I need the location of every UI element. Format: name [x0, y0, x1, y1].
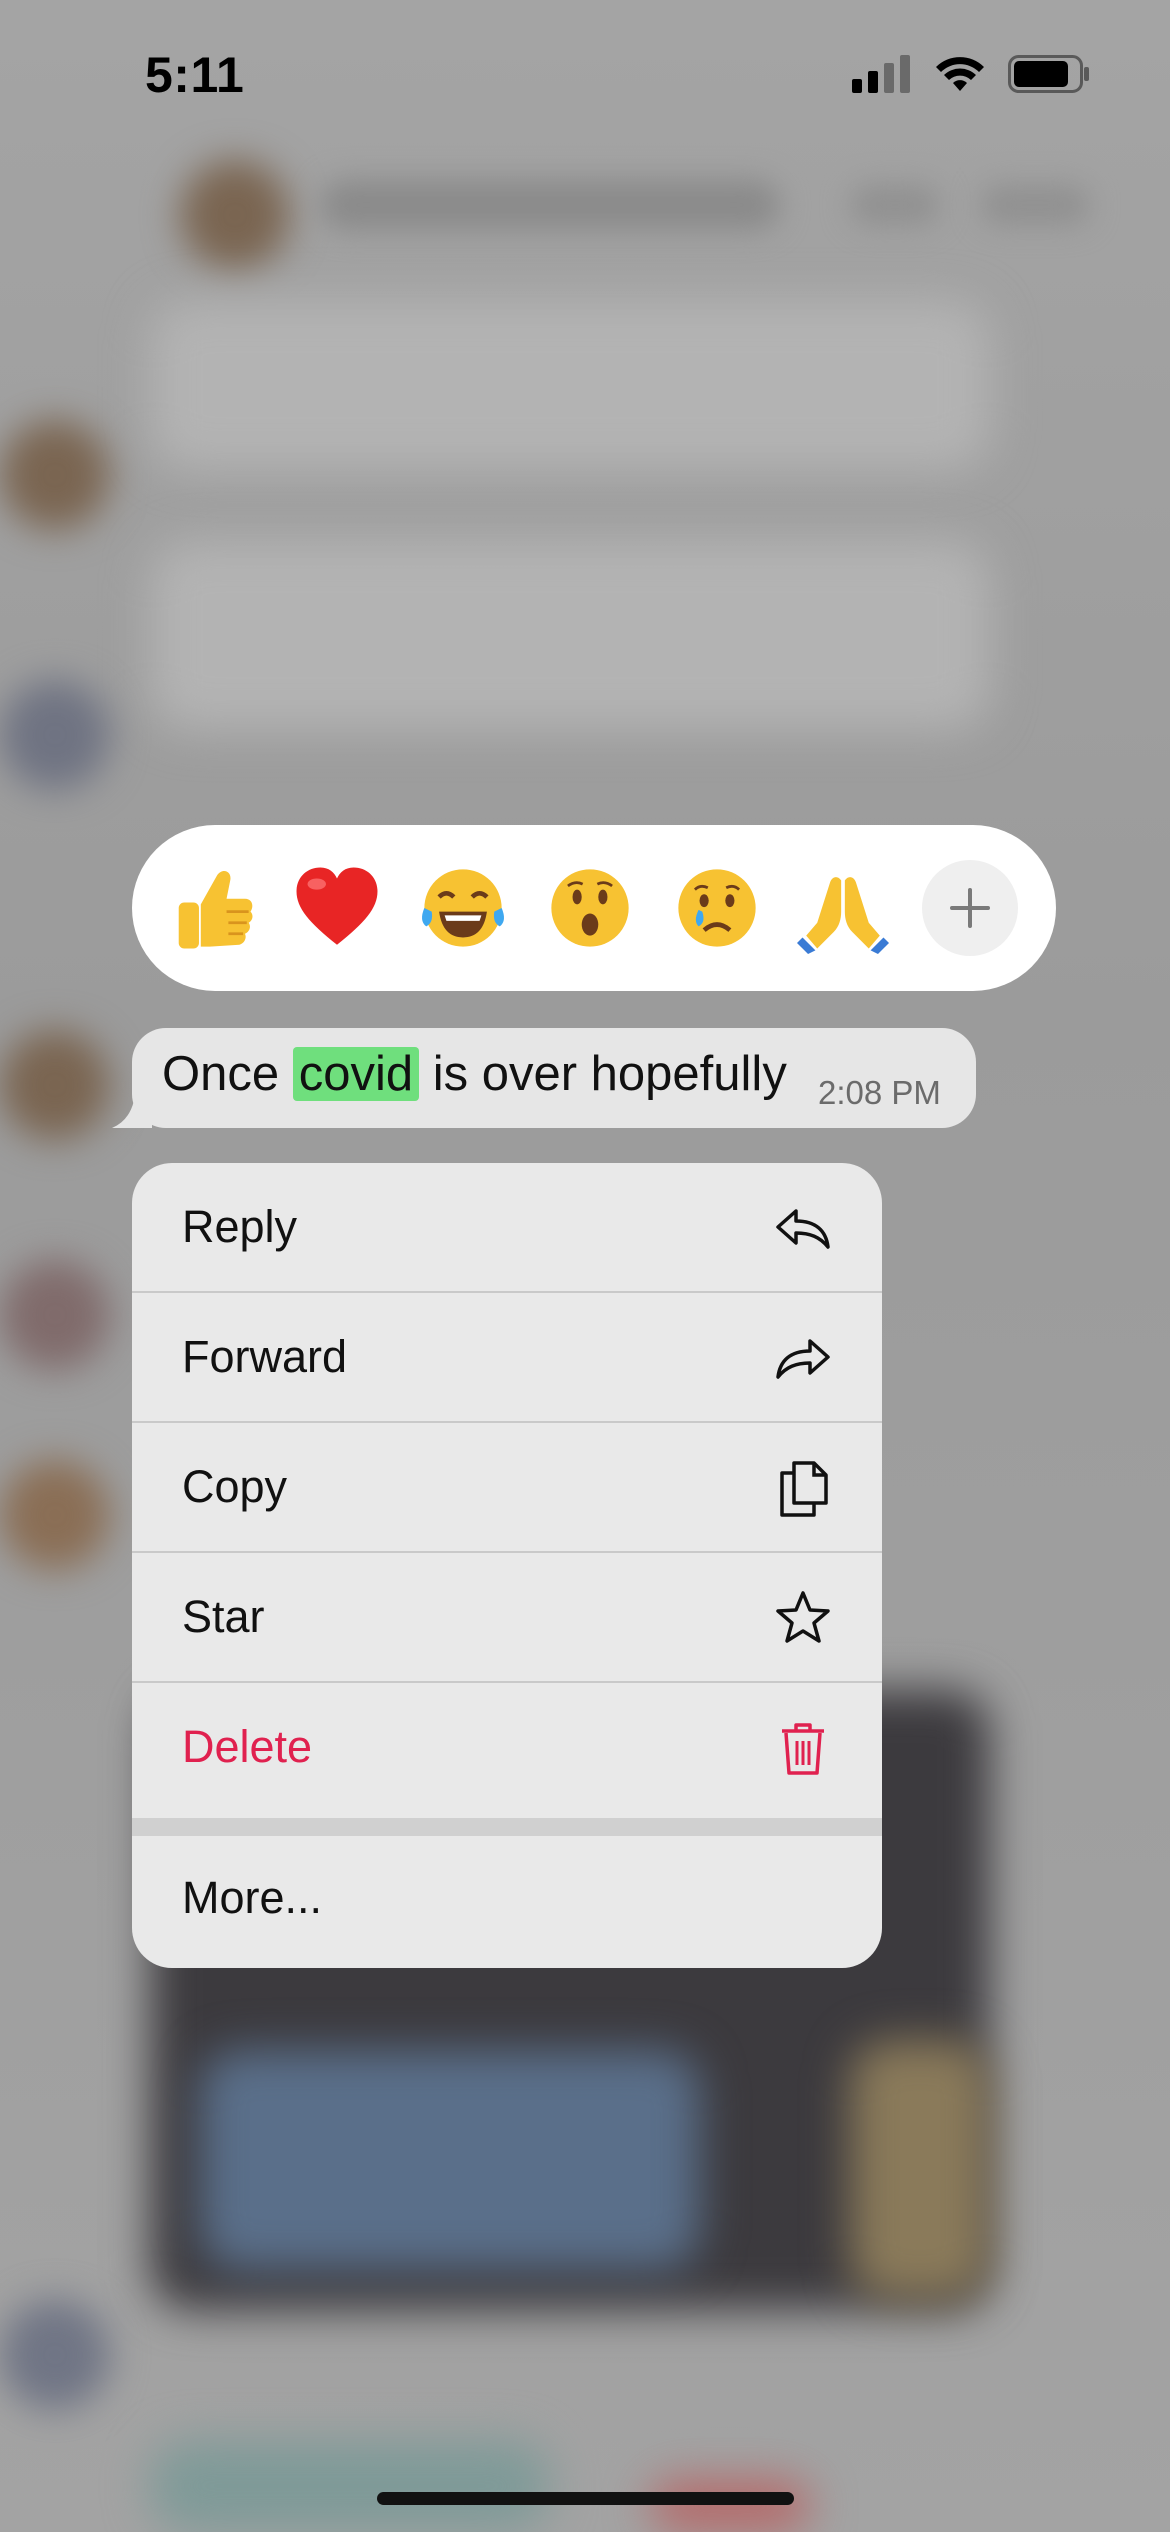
plus-icon — [949, 888, 990, 928]
tears-of-joy-emoji[interactable] — [415, 860, 511, 956]
menu-item-label: Delete — [182, 1721, 313, 1772]
status-bar: 5:11 — [0, 0, 1170, 150]
crying-face-emoji[interactable] — [669, 860, 765, 956]
copy-icon — [780, 1461, 828, 1517]
menu-item-more[interactable]: More... — [132, 1836, 882, 1968]
reply-icon — [776, 1209, 830, 1249]
context-menu: Reply Forward Copy Star Delete More... — [132, 1163, 882, 1968]
home-indicator[interactable] — [377, 2492, 794, 2505]
red-heart-emoji[interactable] — [289, 860, 385, 956]
message-text: Once covid is over hopefully — [162, 1047, 787, 1101]
battery-icon — [1008, 55, 1089, 93]
surprised-face-emoji[interactable] — [542, 860, 638, 956]
cellular-signal-icon — [852, 55, 910, 93]
thumbs-up-emoji[interactable] — [162, 860, 258, 956]
menu-item-star[interactable]: Star — [132, 1553, 882, 1683]
status-time: 5:11 — [145, 47, 245, 103]
star-icon — [776, 1591, 830, 1643]
menu-item-reply[interactable]: Reply — [132, 1163, 882, 1293]
menu-item-label: Reply — [182, 1201, 298, 1252]
menu-item-label: Star — [182, 1591, 265, 1642]
menu-item-label: Copy — [182, 1461, 288, 1512]
menu-item-forward[interactable]: Forward — [132, 1293, 882, 1423]
wifi-icon — [936, 57, 984, 91]
folded-hands-emoji[interactable] — [795, 860, 891, 956]
reaction-picker — [132, 825, 1056, 991]
menu-item-copy[interactable]: Copy — [132, 1423, 882, 1553]
menu-separator — [132, 1818, 882, 1836]
add-reaction-button[interactable] — [921, 860, 1018, 956]
menu-item-label: More... — [182, 1872, 323, 1923]
trash-icon — [782, 1723, 824, 1775]
menu-item-label: Forward — [182, 1331, 348, 1382]
message-timestamp: 2:08 PM — [818, 1074, 941, 1111]
highlighted-word: covid — [292, 1047, 420, 1101]
forward-icon — [776, 1339, 830, 1379]
menu-item-delete[interactable]: Delete — [132, 1683, 882, 1813]
